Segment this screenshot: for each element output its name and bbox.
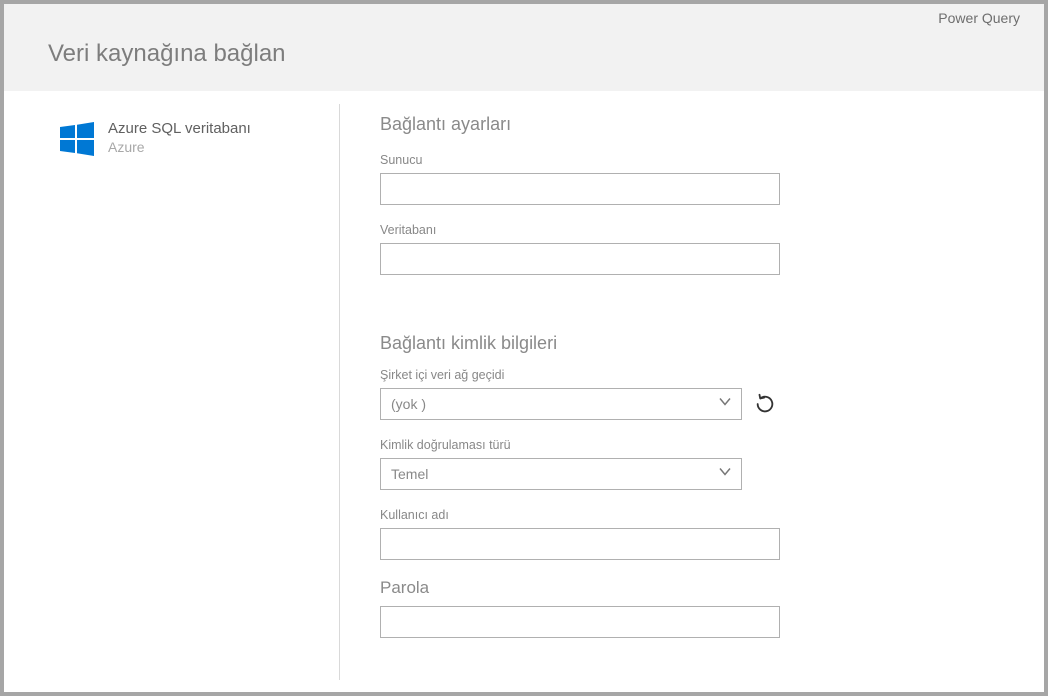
auth-type-field: Kimlik doğrulaması türü Temel (380, 438, 984, 490)
auth-type-selected-value: Temel (391, 466, 428, 482)
connection-credentials-heading: Bağlantı kimlik bilgileri (380, 333, 984, 354)
database-input[interactable] (380, 243, 780, 275)
username-label: Kullanıcı adı (380, 508, 984, 522)
password-label: Parola (380, 578, 984, 598)
server-input[interactable] (380, 173, 780, 205)
source-title: Azure SQL veritabanı (108, 120, 251, 137)
refresh-button[interactable] (752, 391, 778, 417)
gateway-select[interactable]: (yok ) (380, 388, 742, 420)
source-subtitle: Azure (108, 139, 251, 155)
refresh-icon (754, 393, 776, 415)
right-panel: Bağlantı ayarları Sunucu Veritabanı Bağl… (340, 92, 1044, 692)
data-source-item[interactable]: Azure SQL veritabanı Azure (60, 120, 319, 156)
database-label: Veritabanı (380, 223, 984, 237)
connection-settings-heading: Bağlantı ayarları (380, 114, 984, 135)
password-input[interactable] (380, 606, 780, 638)
auth-type-select[interactable]: Temel (380, 458, 742, 490)
username-field: Kullanıcı adı (380, 508, 984, 560)
username-input[interactable] (380, 528, 780, 560)
password-field: Parola (380, 578, 984, 638)
gateway-selected-value: (yok ) (391, 396, 426, 412)
header: Power Query Veri kaynağına bağlan (4, 4, 1044, 92)
app-name: Power Query (938, 10, 1020, 26)
gateway-label: Şirket içi veri ağ geçidi (380, 368, 984, 382)
server-field: Sunucu (380, 153, 984, 205)
server-label: Sunucu (380, 153, 984, 167)
body: Azure SQL veritabanı Azure Bağlantı ayar… (4, 92, 1044, 692)
database-field: Veritabanı (380, 223, 984, 275)
page-title: Veri kaynağına bağlan (48, 40, 286, 68)
windows-icon (60, 122, 94, 156)
left-panel: Azure SQL veritabanı Azure (4, 92, 339, 692)
app-frame: Power Query Veri kaynağına bağlan Azure … (0, 0, 1048, 696)
auth-type-label: Kimlik doğrulaması türü (380, 438, 984, 452)
gateway-field: Şirket içi veri ağ geçidi (yok ) (380, 368, 984, 420)
